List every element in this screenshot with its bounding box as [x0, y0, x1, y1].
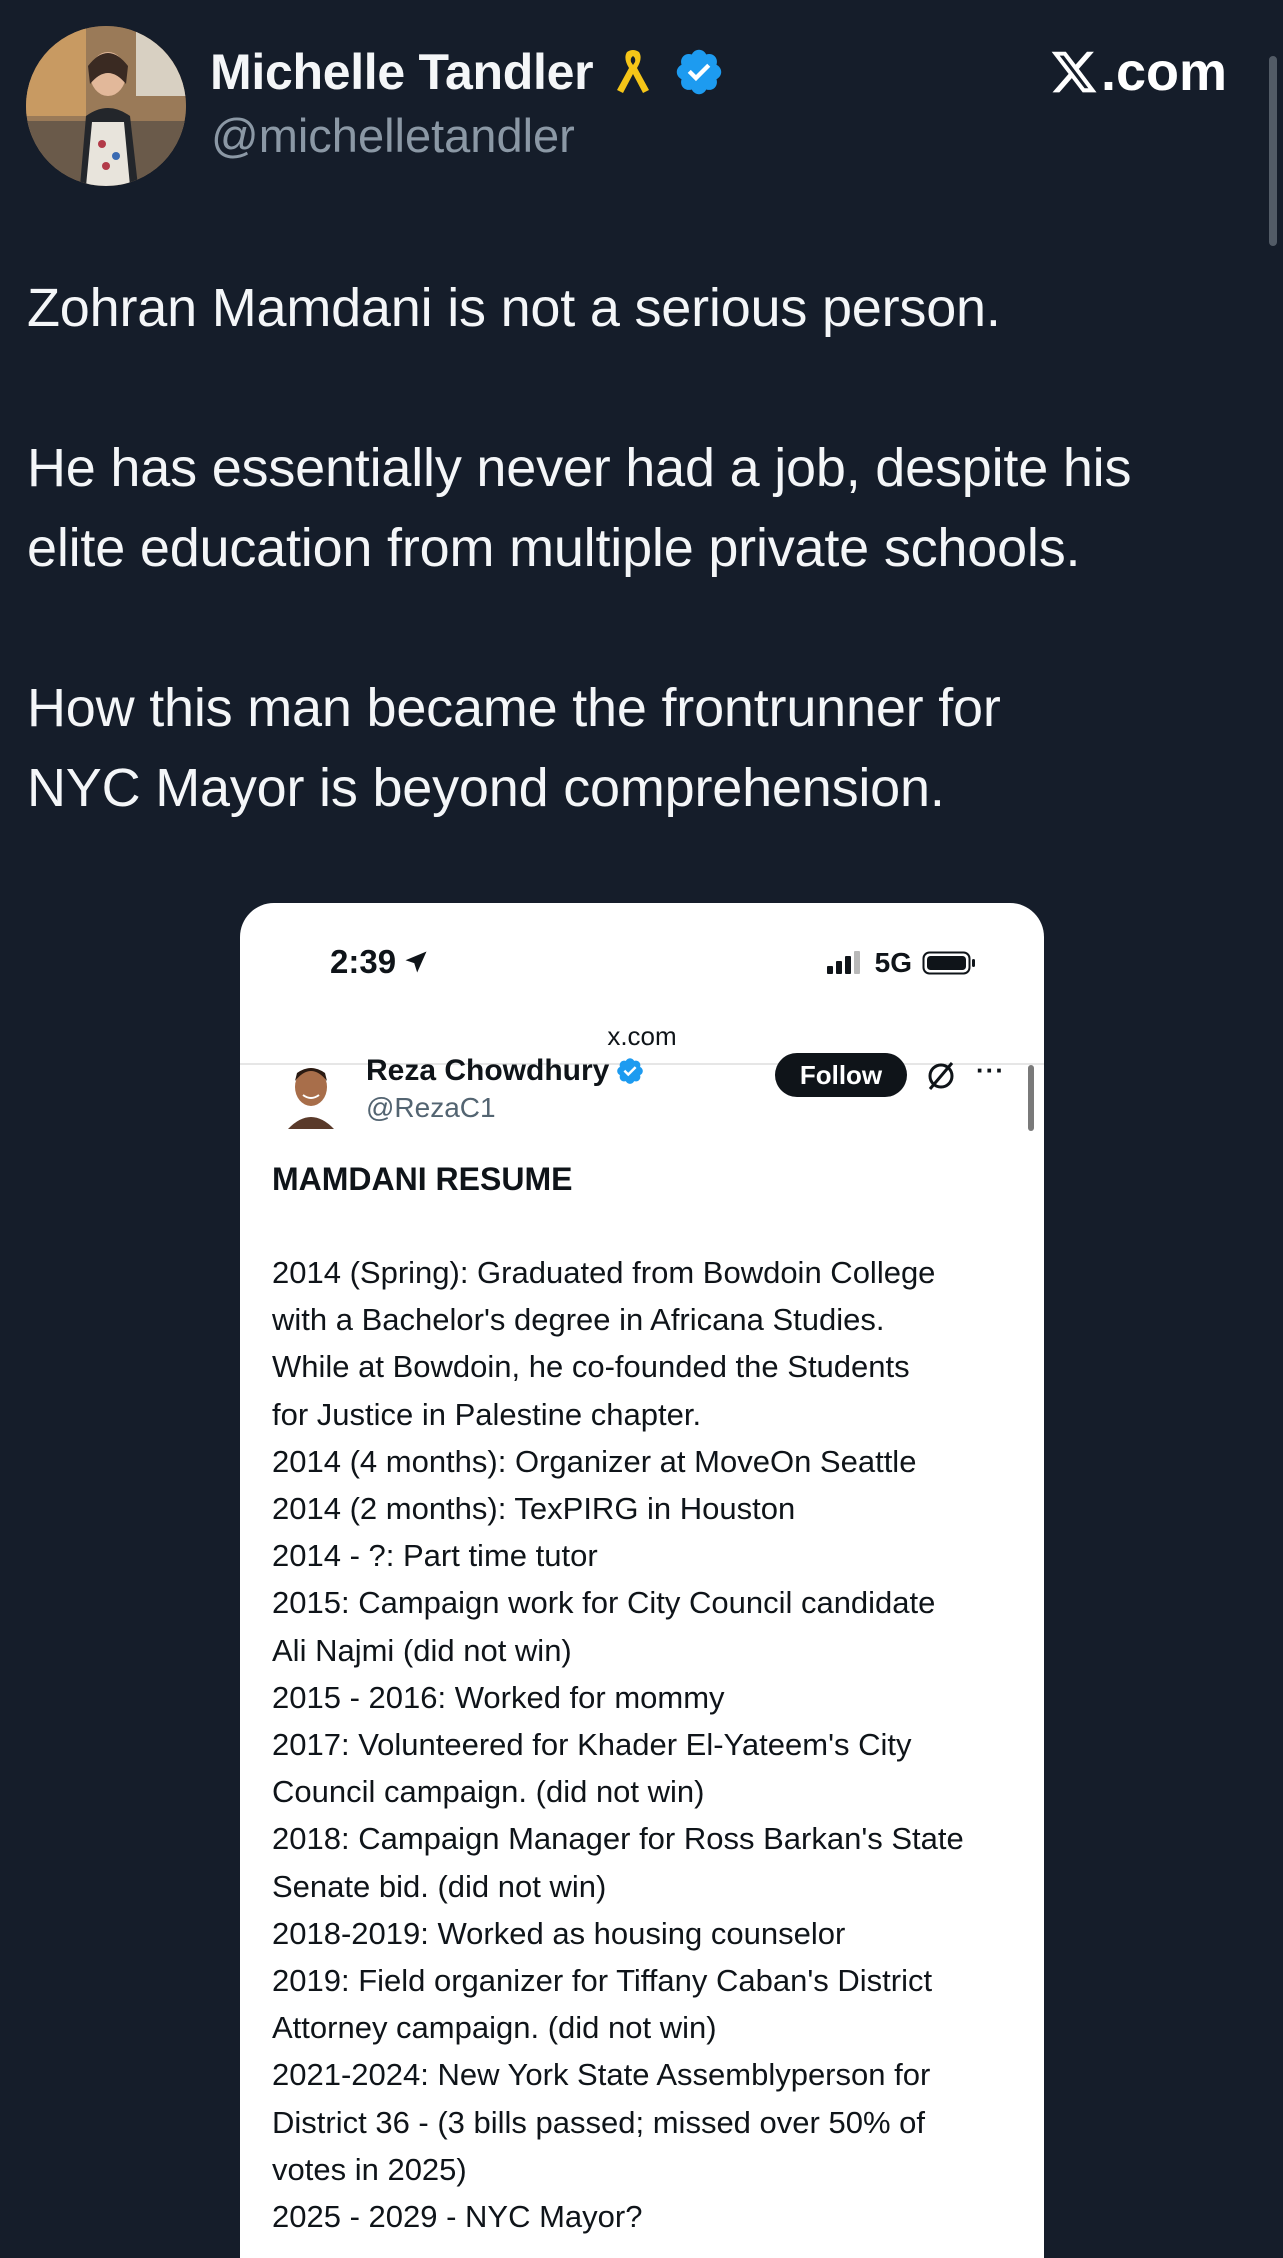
resume-line: with a Bachelor's degree in Africana Stu…	[272, 1302, 885, 1338]
author-name-row: Michelle Tandler	[210, 40, 725, 104]
author-display-name[interactable]: Michelle Tandler	[210, 43, 594, 101]
resume-line: 2015 - 2016: Worked for mommy	[272, 1679, 725, 1715]
yellow-ribbon-icon	[607, 46, 659, 98]
resume-line: 2017: Volunteered for Khader El-Yateem's…	[272, 1727, 912, 1763]
tweet-paragraph: Zohran Mamdani is not a serious person.	[27, 268, 1267, 348]
browser-url: x.com	[607, 1021, 677, 1051]
resume-line: Attorney campaign. (did not win)	[272, 2010, 717, 2046]
tweet-line: He has essentially never had a job, desp…	[27, 438, 1132, 498]
brand-domain: .com	[1100, 42, 1227, 102]
location-arrow-icon	[405, 951, 427, 973]
inner-author-name-row: Reza Chowdhury	[366, 1054, 645, 1088]
resume-line: Ali Najmi (did not win)	[272, 1632, 572, 1668]
tweet-paragraph: He has essentially never had a job, desp…	[27, 428, 1267, 588]
battery-icon	[922, 951, 975, 975]
resume-line: Council campaign. (did not win)	[272, 1774, 705, 1810]
inner-author-avatar	[282, 1061, 340, 1129]
tweet-text: Zohran Mamdani is not a serious person. …	[27, 268, 1267, 828]
resume-line: Senate bid. (did not win)	[272, 1868, 607, 1904]
resume-line: 2014 (4 months): Organizer at MoveOn Sea…	[272, 1443, 917, 1479]
author-avatar[interactable]	[26, 26, 186, 186]
verified-badge-icon	[673, 46, 725, 98]
grok-icon	[928, 1062, 954, 1090]
resume-line: While at Bowdoin, he co-founded the Stud…	[272, 1349, 910, 1385]
author-handle[interactable]: @michelletandler	[211, 108, 575, 163]
resume-line: 2025 - 2029 - NYC Mayor?	[272, 2199, 643, 2235]
more-options-icon: ···	[976, 1055, 1005, 1085]
inner-verified-badge-icon	[615, 1056, 645, 1086]
resume-line: 2019: Field organizer for Tiffany Caban'…	[272, 1963, 933, 1999]
signal-bars-icon	[826, 951, 860, 974]
resume-line: 2014 (2 months): TexPIRG in Houston	[272, 1491, 796, 1527]
resume-line: 2015: Campaign work for City Council can…	[272, 1585, 936, 1621]
tweet-line: How this man became the frontrunner for	[27, 678, 1001, 738]
x-logo-icon	[1049, 47, 1099, 97]
resume-line: 2014 (Spring): Graduated from Bowdoin Co…	[272, 1255, 936, 1290]
tweet-line: Zohran Mamdani is not a serious person.	[27, 278, 1001, 338]
tweet-line: NYC Mayor is beyond comprehension.	[27, 758, 945, 818]
resume-line: 2021-2024: New York State Assemblyperson…	[272, 2057, 931, 2093]
resume-title: MAMDANI RESUME	[272, 1161, 573, 1197]
tweet-media-image[interactable]: 2:39 5G x.com Reza Chowdhury @RezaC1 Fol…	[240, 903, 1044, 2258]
resume-line: 2018: Campaign Manager for Ross Barkan's…	[272, 1821, 964, 1857]
resume-line: 2018-2019: Worked as housing counselor	[272, 1915, 846, 1951]
resume-line: for Justice in Palestine chapter.	[272, 1396, 702, 1432]
inner-author-handle: @RezaC1	[366, 1092, 496, 1123]
inner-scrollbar	[1028, 1065, 1034, 1131]
status-bar-indicators: 5G	[825, 947, 978, 979]
page-scrollbar[interactable]	[1269, 56, 1277, 246]
brand-mark: .com	[1049, 42, 1227, 102]
tweet-paragraph: How this man became the frontrunner for …	[27, 668, 1267, 828]
resume-body: 2014 (Spring): Graduated from Bowdoin Co…	[272, 1249, 1032, 2240]
status-time-text: 2:39	[330, 943, 397, 980]
status-bar-time: 2:39	[330, 943, 430, 981]
resume-line: District 36 - (3 bills passed; missed ov…	[272, 2104, 925, 2140]
tweet-line: elite education from multiple private sc…	[27, 518, 1081, 578]
network-label: 5G	[874, 947, 912, 978]
follow-button: Follow	[775, 1053, 907, 1097]
inner-author-name: Reza Chowdhury	[366, 1054, 610, 1087]
resume-line: votes in 2025)	[272, 2151, 467, 2187]
resume-line: 2014 - ?: Part time tutor	[272, 1538, 598, 1574]
